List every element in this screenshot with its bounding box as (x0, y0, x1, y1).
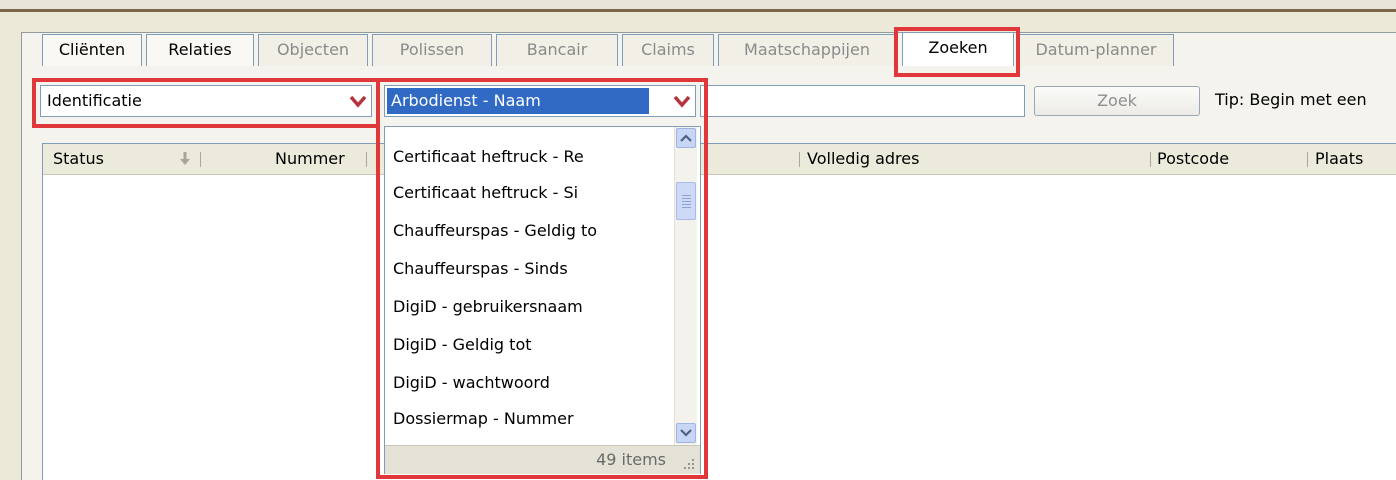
column-separator[interactable] (1150, 152, 1151, 167)
category-select-value: Identificatie (47, 91, 142, 110)
tab-relaties[interactable]: Relaties (146, 34, 254, 66)
search-input[interactable] (700, 85, 1025, 117)
list-item[interactable]: DigiD - wachtwoord (393, 373, 550, 393)
column-header-status[interactable]: Status (53, 144, 104, 174)
scroll-thumb[interactable] (676, 182, 696, 220)
tab-maatschappijen[interactable]: Maatschappijen (718, 34, 896, 66)
field-select[interactable]: Arbodienst - Naam (384, 85, 696, 117)
tab-datum-planner[interactable]: Datum-planner (1018, 34, 1174, 66)
scroll-down-button[interactable] (676, 423, 696, 443)
tab-bancair[interactable]: Bancair (496, 34, 618, 66)
list-item[interactable]: DigiD - gebruikersnaam (393, 297, 583, 317)
column-separator[interactable] (366, 152, 367, 167)
column-separator[interactable] (799, 152, 800, 167)
column-separator[interactable] (200, 152, 201, 167)
list-item[interactable]: Dossiermap - Nummer (393, 409, 574, 429)
grid-header: Status Nummer Volledig adres Postcode Pl… (43, 144, 1396, 175)
category-select[interactable]: Identificatie (40, 85, 372, 117)
tab-claims[interactable]: Claims (622, 34, 714, 66)
chevron-down-icon[interactable] (347, 88, 369, 114)
tab-objecten[interactable]: Objecten (258, 34, 368, 66)
search-button[interactable]: Zoek (1034, 86, 1200, 116)
column-header-nummer[interactable]: Nummer (275, 144, 345, 174)
chevron-up-icon (680, 134, 692, 142)
results-grid[interactable]: Status Nummer Volledig adres Postcode Pl… (42, 143, 1396, 480)
list-item[interactable]: DigiD - Geldig tot (393, 335, 532, 355)
tab-polissen[interactable]: Polissen (372, 34, 492, 66)
tab-zoeken[interactable]: Zoeken (902, 32, 1014, 66)
column-header-postcode[interactable]: Postcode (1157, 144, 1229, 174)
tab-clienten[interactable]: Cliënten (42, 34, 142, 66)
list-item[interactable]: Chauffeurspas - Sinds (393, 259, 568, 279)
column-header-plaats[interactable]: Plaats (1315, 144, 1363, 174)
sort-arrow-icon (178, 150, 192, 173)
item-count: 49 items (596, 450, 666, 469)
window-top-border (0, 0, 1396, 12)
list-item[interactable]: Certificaat heftruck - Re (393, 147, 584, 167)
search-tip: Tip: Begin met een (1215, 90, 1367, 109)
list-item[interactable]: Certificaat heftruck - Si (393, 183, 578, 203)
dropdown-scrollbar[interactable] (674, 127, 697, 445)
column-separator[interactable] (1307, 152, 1308, 167)
list-item[interactable]: Chauffeurspas - Geldig to (393, 221, 597, 241)
chevron-down-icon[interactable] (671, 88, 693, 114)
column-header-volledig-adres[interactable]: Volledig adres (807, 144, 919, 174)
field-dropdown-list[interactable]: Certificaat heftruck - Re Certificaat he… (384, 126, 701, 474)
chevron-down-icon (680, 429, 692, 437)
dropdown-footer: 49 items (385, 445, 700, 474)
scroll-up-button[interactable] (676, 128, 696, 148)
resize-grip-icon[interactable] (682, 457, 696, 471)
field-select-value: Arbodienst - Naam (387, 88, 649, 114)
